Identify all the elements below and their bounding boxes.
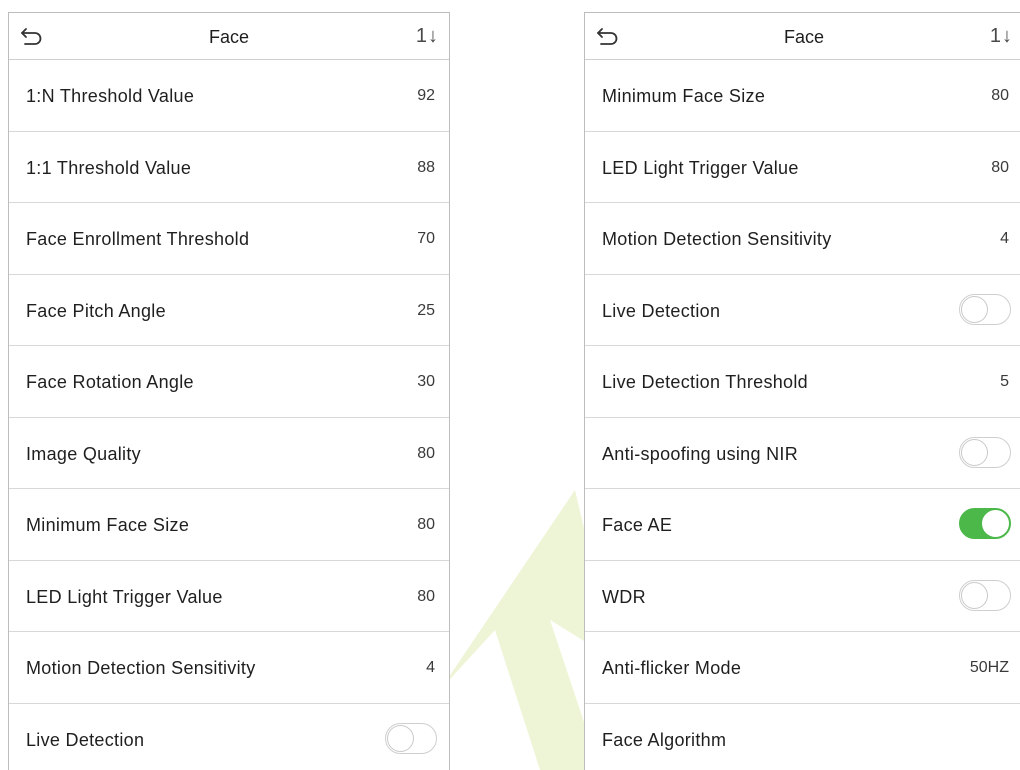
setting-label: Live Detection (602, 300, 721, 321)
toggle-switch[interactable] (385, 722, 437, 754)
toggle-switch[interactable] (959, 579, 1011, 611)
setting-row-led-light-trigger-value[interactable]: LED Light Trigger Value 80 (585, 132, 1020, 203)
setting-row-image-quality[interactable]: Image Quality 80 (9, 418, 449, 489)
setting-row-live-detection-threshold[interactable]: Live Detection Threshold 5 (585, 346, 1020, 418)
setting-label: Anti-spoofing using NIR (602, 443, 798, 464)
setting-value: 80 (991, 87, 1009, 104)
setting-label: Anti-flicker Mode (602, 658, 742, 678)
setting-value: 50HZ (969, 659, 1009, 676)
settings-list: 1:N Threshold Value 92 1:1 Threshold Value… (9, 60, 449, 770)
setting-row-face-enrollment-threshold[interactable]: Face Enrollment Threshold 70 (9, 203, 449, 275)
toggle-knob (961, 438, 988, 466)
setting-label: LED Light Trigger Value (602, 157, 799, 178)
header: Face 1↓ (9, 13, 449, 60)
setting-label: Face Rotation Angle (26, 372, 194, 392)
setting-label: 1:N Threshold Value (26, 86, 195, 106)
left-screen: Face 1↓ 1:N Threshold Value 92 1:1 Thresho… (8, 12, 450, 770)
setting-row-face-rotation-angle[interactable]: Face Rotation Angle 30 (9, 346, 449, 418)
setting-label: Live Detection Threshold (602, 372, 808, 392)
page-title: Face (208, 27, 250, 47)
sort-icon[interactable]: 1↓ (416, 25, 439, 48)
setting-row-anti-spoofing-using-nir[interactable]: Anti-spoofing using NIR (585, 418, 1020, 489)
setting-row-face-pitch-angle[interactable]: Face Pitch Angle 25 (9, 275, 449, 346)
setting-row-face-ae[interactable]: Face AE (585, 489, 1020, 561)
setting-row-minimum-face-size[interactable]: Minimum Face Size 80 (585, 60, 1020, 132)
setting-row-face-algorithm[interactable]: Face Algorithm (585, 704, 1020, 770)
setting-label: Live Detection (26, 729, 145, 750)
setting-label: Minimum Face Size (26, 515, 190, 535)
toggle-knob (982, 510, 1009, 537)
setting-row-live-detection[interactable]: Live Detection (585, 275, 1020, 346)
setting-value: 4 (1000, 230, 1009, 247)
setting-value: 70 (417, 230, 435, 247)
setting-value: 80 (991, 158, 1009, 176)
setting-label: Image Quality (26, 443, 141, 464)
toggle-knob (961, 295, 988, 323)
header: Face 1↓ (585, 13, 1020, 60)
setting-value: 80 (417, 516, 435, 533)
setting-label: Face Algorithm (602, 729, 727, 750)
toggle-switch[interactable] (959, 293, 1011, 325)
setting-label: Motion Detection Sensitivity (602, 229, 832, 249)
setting-label: Motion Detection Sensitivity (26, 658, 256, 678)
setting-value: 25 (417, 301, 435, 319)
setting-label: LED Light Trigger Value (26, 586, 223, 607)
setting-value: 80 (417, 444, 435, 462)
setting-row-motion-detection-sensitivity[interactable]: Motion Detection Sensitivity 4 (9, 632, 449, 704)
setting-row-anti-flicker-mode[interactable]: Anti-flicker Mode 50HZ (585, 632, 1020, 704)
setting-row-1-n-threshold-value[interactable]: 1:N Threshold Value 92 (9, 60, 449, 132)
toggle-switch[interactable] (959, 508, 1011, 539)
toggle-knob (961, 581, 988, 609)
setting-label: WDR (602, 586, 646, 607)
setting-row-led-light-trigger-value[interactable]: LED Light Trigger Value 80 (9, 561, 449, 632)
setting-row-minimum-face-size[interactable]: Minimum Face Size 80 (9, 489, 449, 561)
sort-icon[interactable]: 1↓ (990, 25, 1013, 48)
toggle-knob (387, 724, 414, 752)
right-screen: Face 1↓ Minimum Face Size 80 LED Light Tri… (584, 12, 1020, 770)
settings-list: Minimum Face Size 80 LED Light Trigger Val… (585, 60, 1020, 770)
setting-value: 88 (417, 158, 435, 176)
setting-row-live-detection[interactable]: Live Detection (9, 704, 449, 770)
setting-label: Face Enrollment Threshold (26, 229, 250, 249)
setting-label: 1:1 Threshold Value (26, 157, 192, 178)
setting-label: Face AE (602, 515, 673, 535)
setting-row-wdr[interactable]: WDR (585, 561, 1020, 632)
toggle-switch[interactable] (959, 436, 1011, 468)
setting-value: 80 (417, 587, 435, 605)
setting-label: Face Pitch Angle (26, 300, 166, 321)
setting-value: 92 (417, 87, 435, 104)
page-title: Face (783, 27, 825, 47)
setting-value: 4 (426, 659, 435, 676)
setting-value: 5 (1000, 373, 1009, 390)
setting-row-1-1-threshold-value[interactable]: 1:1 Threshold Value 88 (9, 132, 449, 203)
setting-row-motion-detection-sensitivity[interactable]: Motion Detection Sensitivity 4 (585, 203, 1020, 275)
setting-value: 30 (417, 373, 435, 390)
setting-label: Minimum Face Size (602, 86, 766, 106)
